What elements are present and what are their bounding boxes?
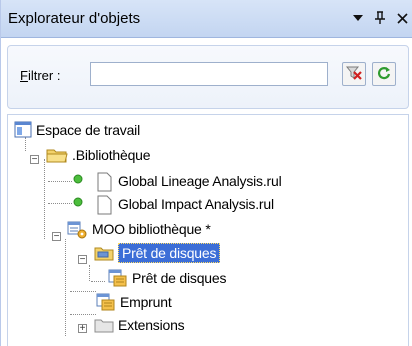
panel-title: Explorateur d'objets xyxy=(8,10,141,27)
filter-label: Filtrer : xyxy=(20,68,61,83)
refresh-icon xyxy=(376,65,392,84)
filter-clear-button[interactable] xyxy=(342,62,366,86)
tree-item-moo-library[interactable]: MOO bibliothèque * xyxy=(66,218,211,240)
tree-connector xyxy=(70,291,96,292)
tree-item-workspace[interactable]: Espace de travail xyxy=(14,119,140,141)
filter-input[interactable] xyxy=(90,62,328,86)
folder-open-icon xyxy=(46,146,68,164)
tree-connector xyxy=(70,314,96,315)
rule-file-icon xyxy=(72,172,114,192)
tree-item-label: .Bibliothèque xyxy=(72,147,151,163)
package-folder-icon xyxy=(94,244,114,262)
tree-connector xyxy=(91,281,105,282)
object-explorer-panel: Explorateur d'objets Filtrer : Espace de… xyxy=(0,0,412,346)
titlebar-controls xyxy=(351,9,409,27)
tree-item-label: Global Impact Analysis.rul xyxy=(118,196,274,212)
tree-item-label: Prêt de disques xyxy=(132,270,227,286)
refresh-button[interactable] xyxy=(372,62,396,86)
filter-toolbar: Filtrer : xyxy=(7,45,409,109)
tree-item-label: Extensions xyxy=(118,317,185,333)
diagram-icon xyxy=(108,269,128,287)
tree-expander[interactable]: + xyxy=(78,324,87,334)
tree-item-label: Global Lineage Analysis.rul xyxy=(118,173,282,189)
workspace-icon xyxy=(14,121,32,139)
tree-connector xyxy=(65,239,66,336)
filter-clear-icon xyxy=(345,64,363,85)
dropdown-arrow-icon[interactable] xyxy=(351,9,365,27)
tree-item-label: Espace de travail xyxy=(36,122,140,138)
object-tree: Espace de travail − .Bibliothèque Global… xyxy=(7,114,409,346)
rule-file-icon xyxy=(72,195,114,215)
panel-titlebar: Explorateur d'objets xyxy=(1,0,412,38)
diagram-icon xyxy=(96,293,116,311)
tree-item-extensions[interactable]: Extensions xyxy=(94,314,185,336)
model-gear-icon xyxy=(66,220,88,239)
tree-item-global-impact[interactable]: Global Impact Analysis.rul xyxy=(72,193,274,215)
tree-item-label: Prêt de disques xyxy=(118,243,221,263)
pin-icon[interactable] xyxy=(373,9,387,27)
tree-item-pret-diagram[interactable]: Prêt de disques xyxy=(108,267,226,289)
close-icon[interactable] xyxy=(395,9,409,27)
tree-item-label: Emprunt xyxy=(120,294,172,310)
tree-item-library[interactable]: .Bibliothèque xyxy=(46,144,151,166)
tree-expander[interactable]: − xyxy=(78,255,87,265)
tree-expander[interactable]: − xyxy=(52,232,61,242)
tree-connector xyxy=(89,265,90,281)
tree-item-pret-package[interactable]: Prêt de disques xyxy=(94,242,221,264)
tree-connector xyxy=(44,159,45,239)
tree-expander[interactable]: − xyxy=(30,155,39,165)
tree-connector xyxy=(48,181,72,182)
folder-icon xyxy=(94,316,114,334)
tree-connector xyxy=(48,203,72,204)
tree-item-label: MOO bibliothèque * xyxy=(92,221,211,237)
tree-item-emprunt[interactable]: Emprunt xyxy=(96,291,172,313)
tree-item-global-lineage[interactable]: Global Lineage Analysis.rul xyxy=(72,170,282,192)
